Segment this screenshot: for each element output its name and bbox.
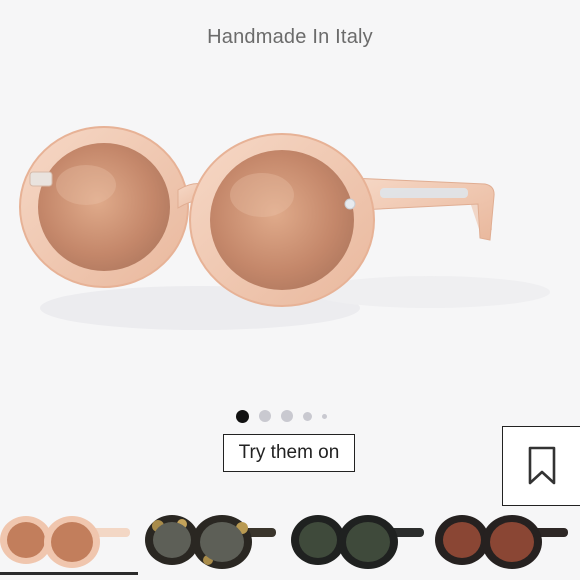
try-on-button[interactable]: Try them on (223, 434, 355, 472)
variant-thumbnail[interactable] (0, 510, 140, 576)
carousel-dot[interactable] (303, 411, 312, 421)
carousel-dot[interactable] (259, 410, 271, 422)
variant-thumbnail[interactable] (142, 510, 282, 576)
variant-thumbnail[interactable] (432, 510, 572, 576)
product-tagline: Handmade In Italy (207, 26, 373, 48)
bookmark-icon (528, 446, 556, 485)
save-button[interactable] (502, 426, 580, 506)
carousel-dot[interactable] (236, 409, 249, 423)
variant-thumbnail[interactable] (288, 510, 428, 576)
carousel-dot[interactable] (281, 410, 293, 422)
color-variants (0, 510, 580, 580)
selected-variant-indicator (0, 572, 138, 575)
carousel-dot[interactable] (322, 413, 327, 419)
carousel-pagination (236, 409, 327, 423)
product-image (19, 126, 550, 330)
